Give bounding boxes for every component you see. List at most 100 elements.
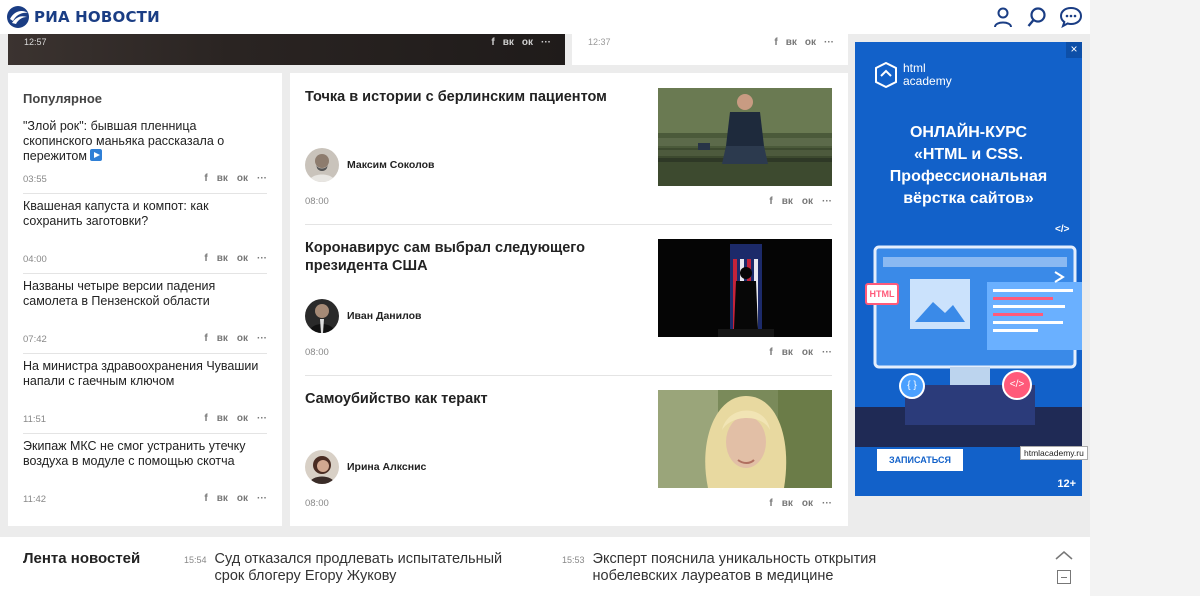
popular-item-text[interactable]: "Злой рок": бывшая пленница скопинского … (23, 119, 224, 163)
vk-icon[interactable]: вк (782, 347, 793, 359)
facebook-icon[interactable]: f (769, 196, 772, 208)
more-icon[interactable]: ··· (257, 333, 267, 345)
avatar (305, 148, 339, 182)
author-name[interactable]: Максим Соколов (347, 159, 434, 171)
author-name[interactable]: Ирина Алкснис (347, 461, 426, 473)
list-item[interactable]: Квашеная капуста и компот: как сохранить… (23, 199, 267, 274)
feed-item-time: 15:54 (184, 555, 207, 565)
vk-icon[interactable]: вк (217, 253, 228, 265)
article-author[interactable]: Ирина Алкснис (305, 450, 426, 484)
more-icon[interactable]: ··· (822, 196, 832, 208)
facebook-icon[interactable]: f (491, 37, 494, 49)
facebook-icon[interactable]: f (774, 37, 777, 49)
more-icon[interactable]: ··· (257, 493, 267, 505)
vk-icon[interactable]: вк (217, 173, 228, 185)
ria-logo[interactable]: РИА НОВОСТИ (6, 5, 160, 29)
feed-item[interactable]: 15:54 Суд отказался продлевать испытател… (184, 551, 534, 585)
vk-icon[interactable]: вк (217, 413, 228, 425)
vk-icon[interactable]: вк (503, 37, 514, 49)
age-rating: 12+ (1057, 478, 1076, 490)
author-name[interactable]: Иван Данилов (347, 310, 421, 322)
article-title[interactable]: Точка в истории с берлинским пациентом (305, 88, 635, 106)
feed-item-time: 15:53 (562, 555, 585, 565)
article-author[interactable]: Максим Соколов (305, 148, 434, 182)
ad-brand-line: academy (903, 74, 952, 88)
article-title[interactable]: Самоубийство как теракт (305, 390, 635, 408)
vk-icon[interactable]: вк (782, 196, 793, 208)
popular-item-text[interactable]: Квашеная капуста и компот: как сохранить… (23, 199, 267, 229)
news-feed-title[interactable]: Лента новостей (23, 550, 140, 567)
list-item[interactable]: На министра здравоохранения Чувашии напа… (23, 359, 267, 434)
collapse-icon[interactable] (1057, 570, 1071, 584)
ad-close-button[interactable]: × (1066, 42, 1082, 58)
list-item[interactable]: Названы четыре версии падения самолета в… (23, 279, 267, 354)
more-icon[interactable]: ··· (257, 413, 267, 425)
site-header: РИА НОВОСТИ (0, 0, 1090, 34)
article-image[interactable] (658, 88, 832, 186)
ok-icon[interactable]: ок (802, 498, 813, 510)
curly-braces-icon: { } (899, 373, 925, 399)
news-card-partial[interactable]: 12:37 f вк ок ··· (572, 34, 848, 65)
facebook-icon[interactable]: f (769, 498, 772, 510)
ad-headline-line: ОНЛАЙН-КУРС (909, 124, 1028, 141)
ad-banner[interactable]: × html academy ОНЛАЙН-КУРС «HTML и CSS. П… (855, 42, 1082, 496)
article-card[interactable]: Коронавирус сам выбрал следующего презид… (305, 239, 832, 376)
ok-icon[interactable]: ок (802, 196, 813, 208)
more-icon[interactable]: ··· (822, 498, 832, 510)
ad-headline: ОНЛАЙН-КУРС «HTML и CSS. Профессиональна… (865, 122, 1072, 210)
logo-text: РИА НОВОСТИ (34, 8, 160, 26)
ok-icon[interactable]: ок (237, 253, 248, 265)
vk-icon[interactable]: вк (782, 498, 793, 510)
divider (23, 353, 267, 354)
search-icon[interactable] (1026, 6, 1048, 28)
chevron-up-icon[interactable] (1054, 549, 1074, 561)
facebook-icon[interactable]: f (204, 333, 207, 345)
more-icon[interactable]: ··· (257, 253, 267, 265)
opinion-articles: Точка в истории с берлинским пациентом М… (290, 73, 848, 526)
article-author[interactable]: Иван Данилов (305, 299, 421, 333)
facebook-icon[interactable]: f (204, 253, 207, 265)
facebook-icon[interactable]: f (204, 493, 207, 505)
more-icon[interactable]: ··· (824, 37, 834, 49)
ok-icon[interactable]: ок (237, 493, 248, 505)
chat-icon[interactable] (1060, 6, 1082, 28)
article-image[interactable] (658, 239, 832, 337)
video-play-icon (90, 149, 103, 161)
list-item[interactable]: "Злой рок": бывшая пленница скопинского … (23, 119, 267, 194)
feed-item[interactable]: 15:53 Эксперт пояснила уникальность откр… (562, 551, 912, 585)
ok-icon[interactable]: ок (237, 413, 248, 425)
code-tag-icon: </> (1002, 370, 1032, 400)
article-image[interactable] (658, 390, 832, 488)
ok-icon[interactable]: ок (805, 37, 816, 49)
facebook-icon[interactable]: f (204, 173, 207, 185)
ad-signup-button[interactable]: ЗАПИСАТЬСЯ (877, 449, 963, 471)
page-margin (1090, 0, 1200, 596)
more-icon[interactable]: ··· (541, 37, 551, 49)
ok-icon[interactable]: ок (802, 347, 813, 359)
feed-item-text[interactable]: Эксперт пояснила уникальность открытия н… (593, 551, 912, 585)
popular-item-text[interactable]: На министра здравоохранения Чувашии напа… (23, 359, 267, 389)
more-icon[interactable]: ··· (257, 173, 267, 185)
article-card[interactable]: Самоубийство как теракт Ирина Алкснис 08… (305, 390, 832, 510)
item-time: 03:55 (23, 173, 47, 185)
item-time: 04:00 (23, 253, 47, 265)
ok-icon[interactable]: ок (237, 173, 248, 185)
user-icon[interactable] (992, 6, 1014, 28)
article-time: 08:00 (305, 196, 329, 207)
facebook-icon[interactable]: f (769, 347, 772, 359)
vk-icon[interactable]: вк (786, 37, 797, 49)
facebook-icon[interactable]: f (204, 413, 207, 425)
ok-icon[interactable]: ок (237, 333, 248, 345)
article-card[interactable]: Точка в истории с берлинским пациентом М… (305, 88, 832, 225)
more-icon[interactable]: ··· (822, 347, 832, 359)
feed-item-text[interactable]: Суд отказался продлевать испытательный с… (215, 551, 534, 585)
ok-icon[interactable]: ок (522, 37, 533, 49)
popular-item-text[interactable]: Экипаж МКС не смог устранить утечку возд… (23, 439, 267, 469)
vk-icon[interactable]: вк (217, 333, 228, 345)
popular-item-text[interactable]: Названы четыре версии падения самолета в… (23, 279, 267, 309)
article-time: 08:00 (305, 498, 329, 509)
vk-icon[interactable]: вк (217, 493, 228, 505)
news-card-partial[interactable]: 12:57 f вк ок ··· (8, 34, 565, 65)
list-item[interactable]: Экипаж МКС не смог устранить утечку возд… (23, 439, 267, 505)
article-title[interactable]: Коронавирус сам выбрал следующего презид… (305, 239, 635, 275)
